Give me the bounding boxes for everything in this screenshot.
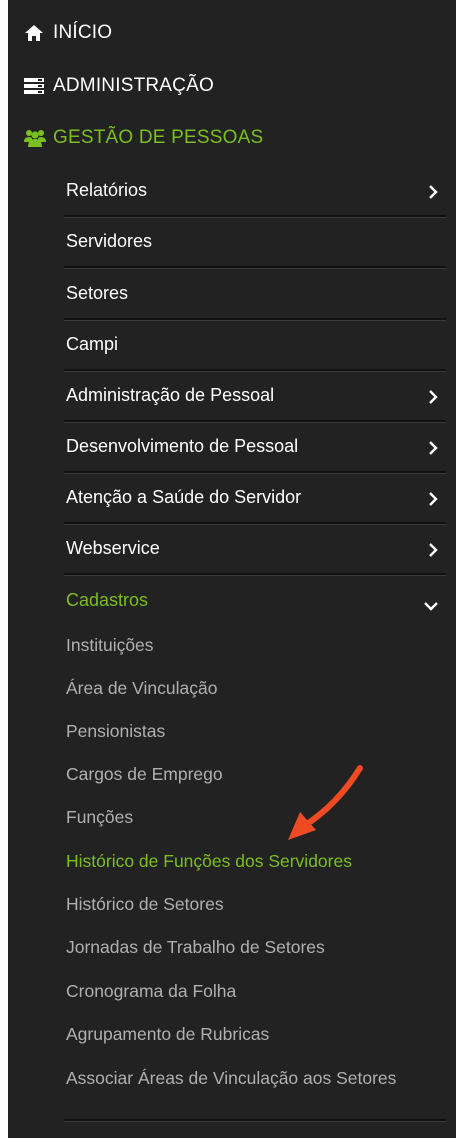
chevron-right-icon bbox=[428, 439, 438, 455]
submenu-item-label: Relatórios bbox=[66, 179, 148, 200]
menu-item-label: INÍCIO bbox=[53, 22, 113, 43]
submenu-item-desenvolvimento-de-pessoal[interactable]: Desenvolvimento de Pessoal bbox=[64, 421, 446, 471]
menu-item-label: ADMINISTRAÇÃO bbox=[53, 75, 214, 96]
cadastros-item-agrupamento-de-rubricas[interactable]: Agrupamento de Rubricas bbox=[66, 1014, 269, 1054]
cadastros-item-associar-areas-vinculacao[interactable]: Associar Áreas de Vinculação aos Setores bbox=[66, 1058, 396, 1098]
submenu-item-label: Cadastros bbox=[66, 589, 149, 610]
submenu-item-label: Setores bbox=[66, 282, 129, 303]
submenu-item-cadastros[interactable]: Cadastros bbox=[64, 575, 446, 625]
menu-item-label: GESTÃO DE PESSOAS bbox=[53, 127, 264, 148]
cadastros-item-cronograma-da-folha[interactable]: Cronograma da Folha bbox=[66, 971, 236, 1011]
red-arrow-icon bbox=[288, 765, 363, 840]
submenu-item-atencao-saude-servidor[interactable]: Atenção a Saúde do Servidor bbox=[64, 472, 446, 522]
home-icon bbox=[23, 22, 45, 44]
server-icon bbox=[23, 75, 45, 97]
submenu-item-label: Administração de Pessoal bbox=[66, 384, 275, 405]
menu-item-gestao-de-pessoas[interactable]: GESTÃO DE PESSOAS bbox=[8, 118, 263, 158]
submenu-item-label: Webservice bbox=[66, 537, 160, 558]
cadastros-item-historico-funcoes-servidores[interactable]: Histórico de Funções dos Servidores bbox=[66, 841, 352, 881]
menu-item-administracao[interactable]: ADMINISTRAÇÃO bbox=[8, 66, 214, 106]
submenu-item-label: Campi bbox=[66, 333, 119, 354]
chevron-right-icon bbox=[428, 388, 438, 404]
cadastros-item-pensionistas[interactable]: Pensionistas bbox=[66, 711, 165, 751]
cadastros-item-historico-de-setores[interactable]: Histórico de Setores bbox=[66, 884, 224, 924]
cadastros-item-funcoes[interactable]: Funções bbox=[66, 797, 133, 837]
submenu-item-label: Servidores bbox=[66, 230, 153, 251]
divider bbox=[64, 1119, 446, 1122]
menu-item-inicio[interactable]: INÍCIO bbox=[8, 13, 112, 53]
submenu-gestao-de-pessoas: Relatórios Servidores Setores Campi Admi… bbox=[64, 165, 446, 1135]
sidebar: INÍCIO ADMINISTRAÇÃO GESTÃO DE PESSOAS R… bbox=[8, 0, 456, 1138]
chevron-right-icon bbox=[428, 183, 438, 199]
chevron-right-icon bbox=[428, 490, 438, 506]
chevron-right-icon bbox=[428, 541, 438, 557]
submenu-item-setores[interactable]: Setores bbox=[64, 268, 446, 318]
chevron-down-icon bbox=[424, 595, 438, 611]
cadastros-item-jornadas-trabalho-setores[interactable]: Jornadas de Trabalho de Setores bbox=[66, 927, 325, 967]
submenu-item-webservice[interactable]: Webservice bbox=[64, 523, 446, 573]
submenu-item-relatorios[interactable]: Relatórios bbox=[64, 165, 446, 215]
submenu-item-label: Atenção a Saúde do Servidor bbox=[66, 486, 302, 507]
users-icon bbox=[23, 127, 46, 149]
submenu-item-label: Desenvolvimento de Pessoal bbox=[66, 435, 299, 456]
cadastros-item-instituicoes[interactable]: Instituições bbox=[66, 625, 154, 665]
submenu-item-servidores[interactable]: Servidores bbox=[64, 216, 446, 266]
cadastros-item-cargos-de-emprego[interactable]: Cargos de Emprego bbox=[66, 754, 223, 794]
submenu-item-administracao-de-pessoal[interactable]: Administração de Pessoal bbox=[64, 370, 446, 420]
cadastros-item-area-de-vinculacao[interactable]: Área de Vinculação bbox=[66, 668, 217, 708]
submenu-item-campi[interactable]: Campi bbox=[64, 319, 446, 369]
